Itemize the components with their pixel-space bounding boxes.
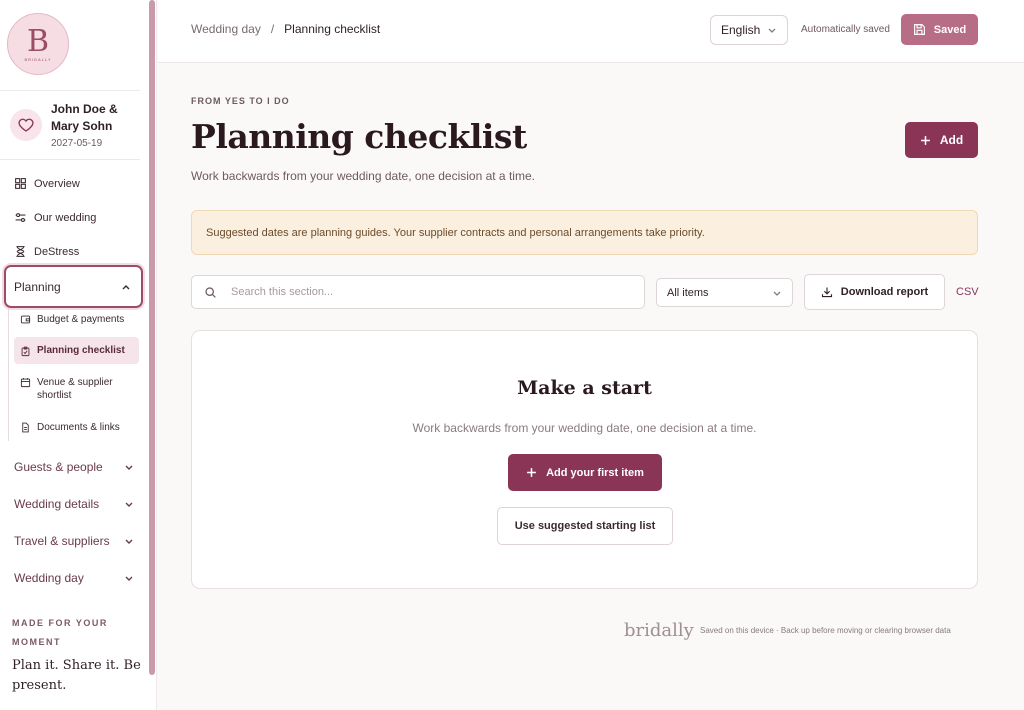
empty-state-card: Make a start Work backwards from your we… [191,330,978,589]
add-button[interactable]: Add [905,122,978,158]
plus-icon [920,135,930,145]
couple-card[interactable]: John Doe & Mary Sohn 2027-05-19 [0,90,140,160]
nav-group-travel-label: Travel & suppliers [14,534,110,548]
nav-our-wedding[interactable]: Our wedding [14,211,96,224]
csv-link[interactable]: CSV [956,286,979,298]
chevron-up-icon [122,284,130,289]
subnav-planning-checklist-label: Planning checklist [37,345,125,356]
nav-group-guests[interactable]: Guests & people [14,460,134,474]
heart-icon [10,109,42,141]
nav-destress[interactable]: DeStress [14,245,79,258]
filter-select[interactable]: All items [656,278,793,307]
nav-overview[interactable]: Overview [14,177,80,190]
nav-group-travel[interactable]: Travel & suppliers [14,534,134,548]
add-button-label: Add [939,133,964,147]
subnav-planning-checklist[interactable]: Planning checklist [14,337,139,364]
brand-logo[interactable]: B BRIDALLY [7,13,69,75]
planning-notice: Suggested dates are planning guides. You… [191,210,978,255]
search-icon [205,286,216,298]
nav-planning-label: Planning [14,279,61,294]
chevron-down-icon [125,576,133,581]
chevron-down-icon [125,465,133,470]
document-icon [22,422,29,433]
nav-overview-label: Overview [34,177,80,190]
autosave-status: Automatically saved [801,24,890,35]
download-report-label: Download report [840,286,929,298]
logo-letter: B [26,23,50,59]
sidebar: B BRIDALLY John Doe & Mary Sohn 2027-05-… [0,0,157,710]
breadcrumb: Wedding day / Planning checklist [191,22,380,36]
page-eyebrow: FROM YES TO I DO [191,96,290,106]
top-bar: Wedding day / Planning checklist English… [158,0,1024,63]
logo-caption: BRIDALLY [24,56,52,62]
clipboard-check-icon [21,346,30,356]
subnav-venue[interactable]: Venue & supplier shortlist [14,376,139,402]
subnav-budget-label: Budget & payments [37,314,125,325]
nav-group-wedding-day[interactable]: Wedding day [14,571,134,585]
wallet-icon [20,315,31,324]
chevron-down-icon [125,539,133,544]
sliders-icon [15,213,26,222]
filter-value: All items [667,286,709,299]
planning-subnav: Budget & payments Planning checklist Ven… [8,309,143,441]
breadcrumb-current: Planning checklist [284,22,381,36]
language-select[interactable]: English [710,15,788,45]
add-first-item-button[interactable]: Add your first item [508,454,662,491]
download-report-button[interactable]: Download report [804,274,945,310]
grid-icon [15,178,26,189]
nav-group-wedding-details-label: Wedding details [14,497,100,511]
chevron-down-icon [773,291,781,296]
use-starter-list-button[interactable]: Use suggested starting list [497,507,673,545]
empty-state-subtitle: Work backwards from your wedding date, o… [412,421,757,435]
nav-group-wedding-day-label: Wedding day [14,571,84,585]
language-value: English [721,23,761,37]
calendar-icon [20,378,31,388]
hourglass-icon [16,246,25,257]
sidebar-scrollbar[interactable] [149,0,155,675]
download-icon [821,287,832,298]
wedding-date: 2027-05-19 [51,138,103,149]
nav-destress-label: DeStress [34,245,80,258]
saved-button-label: Saved [933,23,967,36]
breadcrumb-separator: / [270,22,275,36]
saved-button[interactable]: Saved [901,14,978,45]
footer-brand: bridally [624,620,694,641]
breadcrumb-parent[interactable]: Wedding day [191,22,261,36]
chevron-down-icon [768,28,776,33]
nav-planning-toggle[interactable]: Planning [4,265,143,308]
sidebar-eyebrow: MADE FOR YOUR MOMENT [12,618,108,647]
add-first-item-label: Add your first item [546,466,644,479]
page-subtitle: Work backwards from your wedding date, o… [191,169,535,183]
subnav-venue-label: Venue & supplier shortlist [37,377,113,401]
plus-icon [527,468,536,477]
search-input[interactable] [231,286,611,298]
footer-note: Saved on this device · Back up before mo… [700,626,951,635]
chevron-down-icon [125,502,133,507]
page-title: Planning checklist [191,117,527,156]
subnav-documents-label: Documents & links [37,422,120,433]
search-box[interactable] [191,275,645,309]
subnav-budget[interactable]: Budget & payments [14,313,139,326]
subnav-documents[interactable]: Documents & links [14,421,139,434]
sidebar-tagline: Plan it. Share it. Be present. [12,658,141,693]
empty-state-title: Make a start [517,377,652,399]
nav-group-wedding-details[interactable]: Wedding details [14,497,134,511]
nav-group-guests-label: Guests & people [14,460,103,474]
save-icon [913,24,925,35]
couple-names: John Doe & Mary Sohn [51,102,118,133]
nav-our-wedding-label: Our wedding [34,211,97,224]
